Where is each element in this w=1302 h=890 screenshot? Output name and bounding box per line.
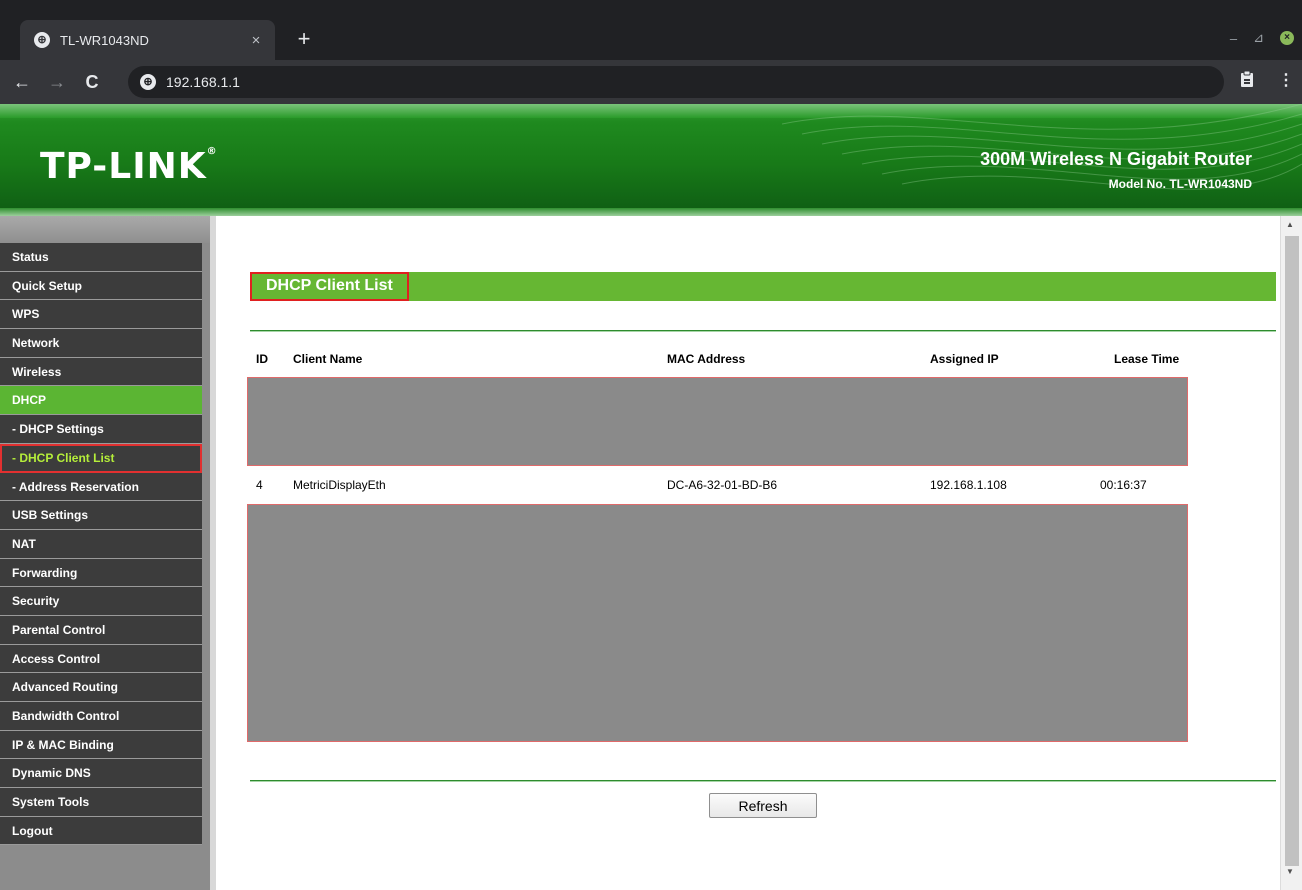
content-scrollbar[interactable]: ▲ ▼ xyxy=(1280,216,1302,890)
redacted-rows-top xyxy=(247,377,1188,466)
browser-menu-icon[interactable]: ⋮ xyxy=(1278,70,1294,92)
model-number: Model No. TL-WR1043ND xyxy=(1108,177,1252,191)
column-header-mac-address: MAC Address xyxy=(667,352,746,366)
page-title: DHCP Client List xyxy=(250,272,409,301)
sidebar-item-logout[interactable]: Logout xyxy=(0,816,202,846)
sidebar-item-advanced-routing[interactable]: Advanced Routing xyxy=(0,673,202,702)
close-window-icon[interactable]: × xyxy=(1280,31,1294,45)
tab-title: TL-WR1043ND xyxy=(60,32,149,48)
sidebar-item-dynamic-dns[interactable]: Dynamic DNS xyxy=(0,759,202,789)
table-top-divider xyxy=(250,330,1276,332)
column-header-lease-time: Lease Time xyxy=(1114,352,1180,366)
scroll-thumb[interactable] xyxy=(1285,236,1299,866)
column-header-id: ID xyxy=(256,352,268,366)
globe-icon: ⊕ xyxy=(140,74,156,90)
sidebar-item-wps[interactable]: WPS xyxy=(0,300,202,330)
sidebar-item-address-reservation[interactable]: - Address Reservation xyxy=(0,472,202,502)
globe-icon: ⊕ xyxy=(34,32,50,48)
browser-tab-strip: ⊕ TL-WR1043ND × + – ⊿ × xyxy=(0,0,1302,60)
minimize-icon[interactable]: – xyxy=(1230,31,1237,46)
sidebar-menu: Status Quick Setup WPS Network Wireless … xyxy=(0,216,216,890)
sidebar-item-usb-settings[interactable]: USB Settings xyxy=(0,501,202,530)
row-id: 4 xyxy=(256,478,263,492)
sidebar-item-system-tools[interactable]: System Tools xyxy=(0,788,202,817)
scroll-down-icon[interactable]: ▼ xyxy=(1286,867,1294,876)
sidebar-item-bandwidth-control[interactable]: Bandwidth Control xyxy=(0,702,202,731)
sidebar-item-security[interactable]: Security xyxy=(0,587,202,616)
reload-button[interactable]: C xyxy=(80,70,104,94)
page-title-bar: DHCP Client List xyxy=(250,272,1276,301)
row-assigned-ip: 192.168.1.108 xyxy=(930,478,1007,492)
sidebar-item-dhcp-settings[interactable]: - DHCP Settings xyxy=(0,415,202,444)
logo-text: TP-LINK xyxy=(40,146,207,187)
sidebar-item-nat[interactable]: NAT xyxy=(0,529,202,559)
tab-close-icon[interactable]: × xyxy=(247,32,265,49)
sidebar-top xyxy=(0,216,210,243)
redacted-rows-bottom xyxy=(247,504,1188,742)
sidebar-item-network[interactable]: Network xyxy=(0,329,202,358)
sidebar-item-status[interactable]: Status xyxy=(0,243,202,272)
forward-button[interactable]: → xyxy=(45,70,69,94)
tp-link-logo: TP-LINK® xyxy=(40,146,218,187)
sidebar-item-parental-control[interactable]: Parental Control xyxy=(0,615,202,645)
main-content: DHCP Client List ID Client Name MAC Addr… xyxy=(216,216,1280,890)
registered-mark: ® xyxy=(206,146,218,157)
address-bar[interactable]: ⊕ 192.168.1.1 xyxy=(128,66,1224,98)
scroll-up-icon[interactable]: ▲ xyxy=(1286,220,1294,229)
maximize-icon[interactable]: ⊿ xyxy=(1253,30,1264,46)
window-controls: – ⊿ × xyxy=(1230,30,1294,46)
sidebar-item-dhcp-client-list[interactable]: - DHCP Client List xyxy=(0,443,202,473)
row-mac-address: DC-A6-32-01-BD-B6 xyxy=(667,478,778,492)
table-bottom-divider xyxy=(250,780,1276,782)
product-name: 300M Wireless N Gigabit Router xyxy=(980,149,1252,169)
row-lease-time: 00:16:37 xyxy=(1100,478,1147,492)
clipboard-icon[interactable] xyxy=(1240,70,1254,95)
sidebar-item-dhcp[interactable]: DHCP xyxy=(0,386,202,416)
refresh-button[interactable]: Refresh xyxy=(709,793,817,818)
browser-tab[interactable]: ⊕ TL-WR1043ND × xyxy=(20,20,275,60)
sidebar-item-ip-mac-binding[interactable]: IP & MAC Binding xyxy=(0,730,202,760)
header-divider xyxy=(0,208,1302,216)
sidebar-item-forwarding[interactable]: Forwarding xyxy=(0,558,202,588)
sidebar-item-quick-setup[interactable]: Quick Setup xyxy=(0,271,202,301)
row-client-name: MetriciDisplayEth xyxy=(293,478,386,492)
sidebar-item-access-control[interactable]: Access Control xyxy=(0,644,202,674)
url-text: 192.168.1.1 xyxy=(166,74,240,90)
new-tab-button[interactable]: + xyxy=(292,24,316,54)
column-header-assigned-ip: Assigned IP xyxy=(930,352,999,366)
column-header-client-name: Client Name xyxy=(293,352,363,366)
sidebar-item-wireless[interactable]: Wireless xyxy=(0,357,202,387)
router-header: TP-LINK® 300M Wireless N Gigabit Router … xyxy=(0,104,1302,212)
back-button[interactable]: ← xyxy=(10,70,34,94)
